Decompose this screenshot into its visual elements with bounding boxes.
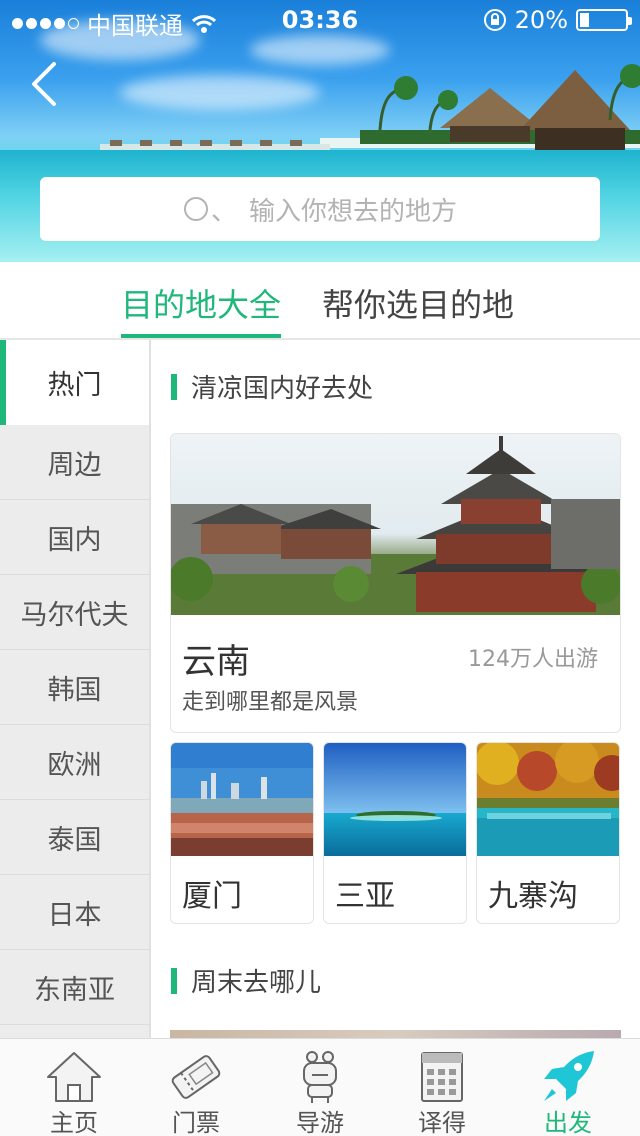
search-input[interactable]: 、 输入你想去的地方 <box>40 177 600 241</box>
featured-destination-card[interactable]: 云南 124万人出游 走到哪里都是风景 <box>170 433 621 733</box>
destination-content: 清凉国内好去处 云南 124万人出游 走到哪里都是风景 厦门 三亚 九寨沟 周末… <box>151 340 640 1038</box>
jiuzhaigou-image <box>477 743 619 856</box>
xiamen-image <box>171 743 313 856</box>
rotation-lock-icon <box>483 9 506 31</box>
destination-name-xiamen: 厦门 <box>182 879 242 914</box>
section-title: 周末去哪儿 <box>171 962 321 999</box>
nav-home-label: 主页 <box>50 1109 98 1136</box>
weekend-destination-image[interactable] <box>170 1030 621 1038</box>
search-icon <box>183 197 208 221</box>
sidebar-item-japan[interactable]: 日本 <box>0 875 149 950</box>
featured-destination-name: 云南 <box>182 642 250 682</box>
ticket-icon <box>171 1055 221 1099</box>
destination-name-jiuzhaigou: 九寨沟 <box>488 879 578 914</box>
search-prefix: 、 <box>210 196 237 227</box>
category-sidebar: 热门 周边 国内 马尔代夫 韩国 欧洲 泰国 日本 东南亚 <box>0 340 151 1038</box>
sidebar-item-nearby[interactable]: 周边 <box>0 425 149 500</box>
nav-home[interactable]: 主页 <box>10 1039 138 1136</box>
nav-translate[interactable]: 译得 <box>378 1039 506 1136</box>
nav-depart-label: 出发 <box>544 1109 592 1136</box>
resort-island-image <box>320 64 640 150</box>
status-bar: 中国联通 03:36 20% <box>0 0 640 40</box>
robot-guide-icon <box>303 1051 337 1103</box>
nav-depart[interactable]: 出发 <box>504 1039 632 1136</box>
search-placeholder: 输入你想去的地方 <box>249 196 458 227</box>
nav-translate-label: 译得 <box>418 1109 466 1136</box>
section-title: 清凉国内好去处 <box>171 368 373 405</box>
yunnan-image <box>171 434 620 615</box>
nav-guide-label: 导游 <box>296 1109 344 1136</box>
sidebar-item-domestic[interactable]: 国内 <box>0 500 149 575</box>
sidebar-item-korea[interactable]: 韩国 <box>0 650 149 725</box>
nav-tickets-label: 门票 <box>172 1109 220 1136</box>
sanya-image <box>324 743 466 856</box>
destination-card-jiuzhaigou[interactable]: 九寨沟 <box>476 742 620 924</box>
battery-icon <box>576 9 632 31</box>
section-title-text: 清凉国内好去处 <box>191 374 374 404</box>
house-icon <box>47 1052 101 1102</box>
destination-card-sanya[interactable]: 三亚 <box>323 742 467 924</box>
tab-bar: 目的地大全 帮你选目的地 <box>0 262 640 340</box>
sidebar-item-thailand[interactable]: 泰国 <box>0 800 149 875</box>
tab-help-choose[interactable]: 帮你选目的地 <box>322 280 514 338</box>
back-button[interactable] <box>22 58 72 108</box>
bottom-nav: 主页 门票 导游 译得 出发 <box>0 1038 640 1136</box>
nav-guide[interactable]: 导游 <box>256 1039 384 1136</box>
sidebar-item-southeast-asia[interactable]: 东南亚 <box>0 950 149 1025</box>
nav-tickets[interactable]: 门票 <box>132 1039 260 1136</box>
destination-name-sanya: 三亚 <box>335 879 395 914</box>
rocket-icon <box>544 1051 594 1101</box>
sidebar-item-europe[interactable]: 欧洲 <box>0 725 149 800</box>
section-title-text: 周末去哪儿 <box>191 968 322 998</box>
featured-destination-count: 124万人出游 <box>468 647 598 672</box>
sidebar-item-maldives[interactable]: 马尔代夫 <box>0 575 149 650</box>
destination-card-xiamen[interactable]: 厦门 <box>170 742 314 924</box>
battery-percent: 20% <box>514 6 568 34</box>
sidebar-item-hot[interactable]: 热门 <box>0 340 149 425</box>
chevron-left-icon <box>32 62 56 106</box>
tab-destinations[interactable]: 目的地大全 <box>121 280 282 338</box>
calendar-icon <box>421 1052 463 1102</box>
featured-destination-desc: 走到哪里都是风景 <box>182 690 359 715</box>
